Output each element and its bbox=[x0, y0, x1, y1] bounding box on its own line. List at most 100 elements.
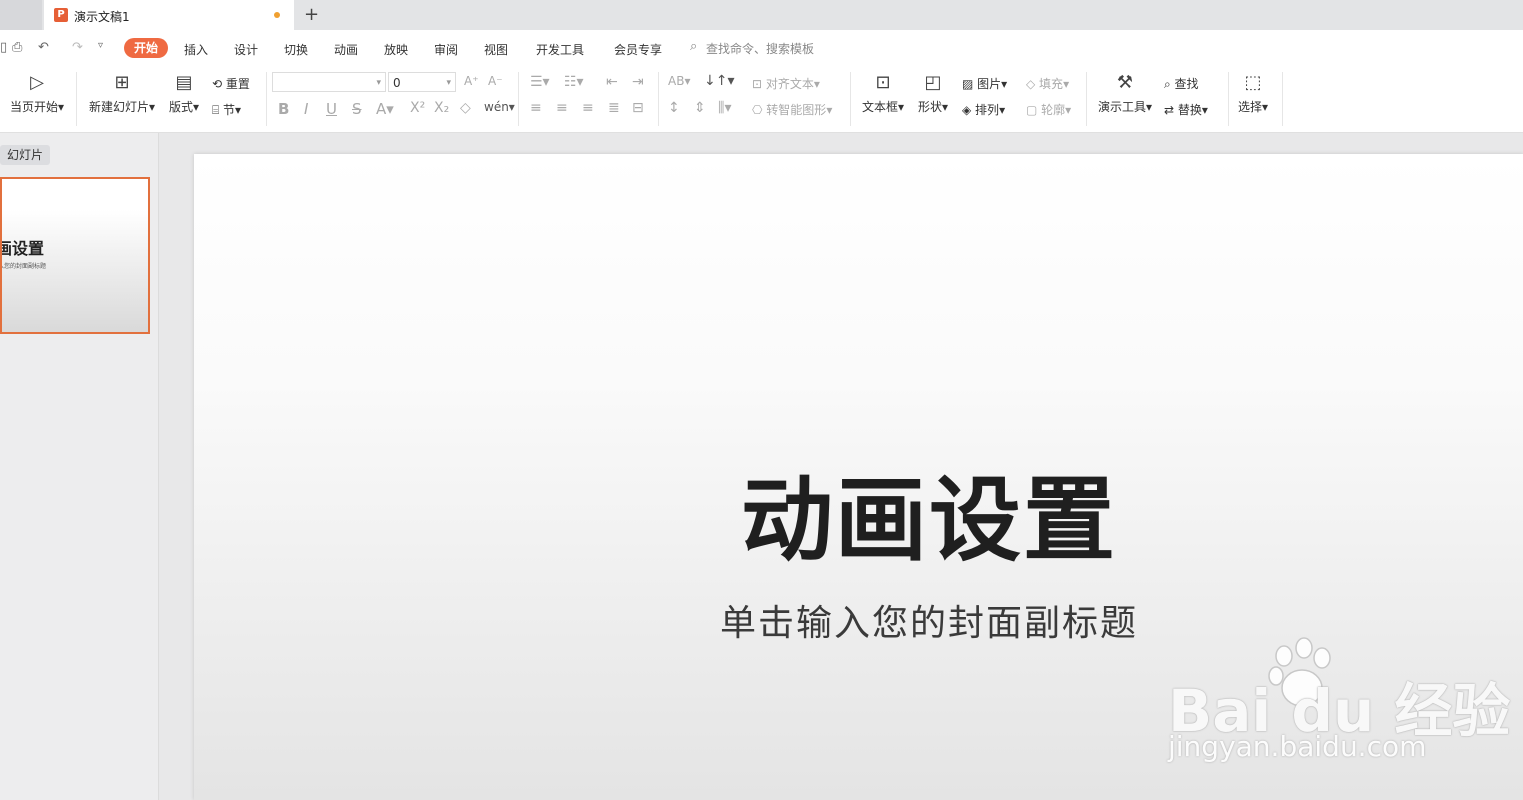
superscript-icon[interactable]: X² bbox=[410, 100, 425, 116]
reset-icon: ⟲ bbox=[212, 77, 226, 91]
decrease-font-icon[interactable]: A⁻ bbox=[488, 74, 503, 88]
select-button[interactable]: ⬚ 选择▾ bbox=[1234, 72, 1272, 115]
fill-button[interactable]: ◇ 填充▾ bbox=[1026, 75, 1069, 92]
customize-quick-access-icon[interactable]: ▿ bbox=[98, 40, 103, 51]
menu-tab-developer[interactable]: 开发工具 bbox=[536, 41, 584, 58]
search-icon: ⌕ bbox=[690, 39, 698, 54]
text-direction-icon[interactable]: AB▾ bbox=[668, 74, 690, 88]
subscript-icon[interactable]: X₂ bbox=[434, 100, 449, 116]
italic-icon[interactable]: I bbox=[304, 100, 308, 118]
textbox-button[interactable]: ⊡ 文本框▾ bbox=[858, 72, 908, 115]
font-color-icon[interactable]: A▾ bbox=[376, 100, 394, 118]
paragraph-spacing-icon[interactable]: ⇕ bbox=[694, 100, 706, 116]
menu-tab-start[interactable]: 开始 bbox=[124, 38, 168, 58]
font-size-value: 0 bbox=[393, 76, 401, 90]
align-text-icon: ⊡ bbox=[752, 77, 766, 91]
fill-icon: ◇ bbox=[1026, 77, 1040, 91]
align-right-icon[interactable]: ≡ bbox=[582, 100, 594, 116]
document-title: 演示文稿1 bbox=[74, 10, 130, 24]
play-from-current-button[interactable]: ▷ 当页开始▾ bbox=[6, 72, 68, 115]
menu-tab-slideshow[interactable]: 放映 bbox=[384, 41, 408, 58]
columns-icon[interactable]: ⫼▾ bbox=[718, 100, 731, 116]
align-text-button[interactable]: ⊡ 对齐文本▾ bbox=[752, 75, 820, 92]
line-spacing-icon[interactable]: ↕ bbox=[668, 100, 680, 116]
shape-button[interactable]: ◰ 形状▾ bbox=[914, 72, 952, 115]
convert-smartart-button[interactable]: ⎔ 转智能图形▾ bbox=[752, 101, 832, 118]
align-left-icon[interactable]: ≡ bbox=[530, 100, 542, 116]
font-size-select[interactable]: 0 ▾ bbox=[388, 72, 456, 92]
clear-format-icon[interactable]: ◇ bbox=[460, 100, 471, 116]
presentation-tools-label: 演示工具 bbox=[1097, 100, 1146, 114]
slide-thumbnail-1[interactable]: 画设置 入您的封面副标题 bbox=[0, 177, 150, 334]
shape-label: 形状 bbox=[917, 100, 942, 114]
presentation-tools-icon: ⚒ bbox=[1116, 72, 1134, 93]
replace-label: 替换 bbox=[1177, 103, 1202, 117]
tab-bar: P 演示文稿1 + bbox=[0, 0, 1523, 30]
bullet-list-icon[interactable]: ☰▾ bbox=[530, 74, 550, 90]
strikethrough-icon[interactable]: S bbox=[352, 100, 362, 118]
presentation-tools-button[interactable]: ⚒ 演示工具▾ bbox=[1094, 72, 1156, 115]
bold-icon[interactable]: B bbox=[278, 100, 289, 118]
menu-tab-membership[interactable]: 会员专享 bbox=[614, 41, 662, 58]
redo-icon[interactable]: ↷ bbox=[72, 40, 83, 55]
justify-icon[interactable]: ≣ bbox=[608, 100, 620, 116]
unsaved-dot-icon[interactable] bbox=[274, 12, 280, 18]
tab-home-stub[interactable] bbox=[0, 0, 42, 30]
play-from-current-label: 当页开始 bbox=[9, 100, 58, 114]
phonetic-guide-icon[interactable]: wén▾ bbox=[484, 100, 515, 114]
align-center-icon[interactable]: ≡ bbox=[556, 100, 568, 116]
layout-button[interactable]: ▤ 版式▾ bbox=[166, 72, 202, 115]
decrease-indent-icon[interactable]: ⇤ bbox=[606, 74, 618, 90]
command-search-input[interactable]: 查找命令、搜索模板 bbox=[706, 40, 814, 57]
section-icon: ⌸ bbox=[212, 103, 224, 117]
menu-tab-review[interactable]: 审阅 bbox=[434, 41, 458, 58]
textbox-label: 文本框 bbox=[861, 100, 898, 114]
picture-button[interactable]: ▨ 图片▾ bbox=[962, 75, 1007, 92]
new-slide-label: 新建幻灯片 bbox=[88, 100, 149, 114]
menu-tab-insert[interactable]: 插入 bbox=[184, 41, 208, 58]
distributed-icon[interactable]: ⊟ bbox=[632, 100, 644, 116]
new-tab-button[interactable]: + bbox=[304, 4, 319, 25]
undo-icon[interactable]: ↶ bbox=[38, 40, 49, 55]
ribbon-toolbar: ▷ 当页开始▾ ⊞ 新建幻灯片▾ ▤ 版式▾ ⟲ 重置 ⌸ 节▾ ▾ 0 ▾ A⁺… bbox=[0, 66, 1523, 133]
textbox-icon: ⊡ bbox=[875, 72, 891, 93]
menu-tab-animation[interactable]: 动画 bbox=[334, 41, 358, 58]
smartart-label: 转智能图形 bbox=[766, 103, 827, 117]
menu-tab-design[interactable]: 设计 bbox=[234, 41, 258, 58]
align-text-label: 对齐文本 bbox=[765, 77, 814, 91]
reset-button[interactable]: ⟲ 重置 bbox=[212, 75, 250, 92]
arrange-button[interactable]: ◈ 排列▾ bbox=[962, 101, 1005, 118]
new-slide-button[interactable]: ⊞ 新建幻灯片▾ bbox=[86, 72, 158, 115]
menu-tab-transition[interactable]: 切换 bbox=[284, 41, 308, 58]
slides-pane-tab[interactable]: 幻灯片 bbox=[0, 145, 50, 165]
open-icon[interactable]: ▯ bbox=[0, 40, 7, 55]
thumbnail-subtitle: 入您的封面副标题 bbox=[0, 263, 47, 270]
find-button[interactable]: ⌕ 查找 bbox=[1164, 75, 1199, 92]
numbered-list-icon[interactable]: ☷▾ bbox=[564, 74, 584, 90]
layout-icon: ▤ bbox=[175, 72, 193, 93]
select-label: 选择 bbox=[1237, 100, 1262, 114]
increase-indent-icon[interactable]: ⇥ bbox=[632, 74, 644, 90]
layout-label: 版式 bbox=[168, 100, 193, 114]
outline-button[interactable]: ▢ 轮廓▾ bbox=[1026, 101, 1071, 118]
menu-bar: ▯ ⎙ ↶ ↷ ▿ 开始 插入 设计 切换 动画 放映 审阅 视图 开发工具 会… bbox=[0, 30, 1523, 66]
menu-tab-view[interactable]: 视图 bbox=[484, 41, 508, 58]
select-cursor-icon: ⬚ bbox=[1244, 72, 1262, 93]
slide-title[interactable]: 动画设置 bbox=[194, 446, 1523, 579]
section-button[interactable]: ⌸ 节▾ bbox=[212, 101, 241, 118]
reset-label: 重置 bbox=[225, 77, 250, 91]
line-spacing-sort-icon[interactable]: ↓↑▾ bbox=[704, 73, 735, 89]
print-preview-icon[interactable]: ⎙ bbox=[12, 40, 22, 55]
underline-icon[interactable]: U bbox=[326, 100, 337, 118]
find-icon: ⌕ bbox=[1164, 77, 1175, 91]
arrange-label: 排列 bbox=[975, 103, 1000, 117]
picture-icon: ▨ bbox=[962, 77, 978, 91]
presentation-icon: P bbox=[54, 8, 68, 22]
find-label: 查找 bbox=[1174, 77, 1199, 91]
outline-label: 轮廓 bbox=[1041, 103, 1066, 117]
replace-button[interactable]: ⇄ 替换▾ bbox=[1164, 101, 1208, 118]
document-tab[interactable]: P 演示文稿1 bbox=[44, 0, 294, 30]
increase-font-icon[interactable]: A⁺ bbox=[464, 74, 479, 88]
outline-icon: ▢ bbox=[1026, 103, 1042, 117]
font-family-select[interactable]: ▾ bbox=[272, 72, 386, 92]
